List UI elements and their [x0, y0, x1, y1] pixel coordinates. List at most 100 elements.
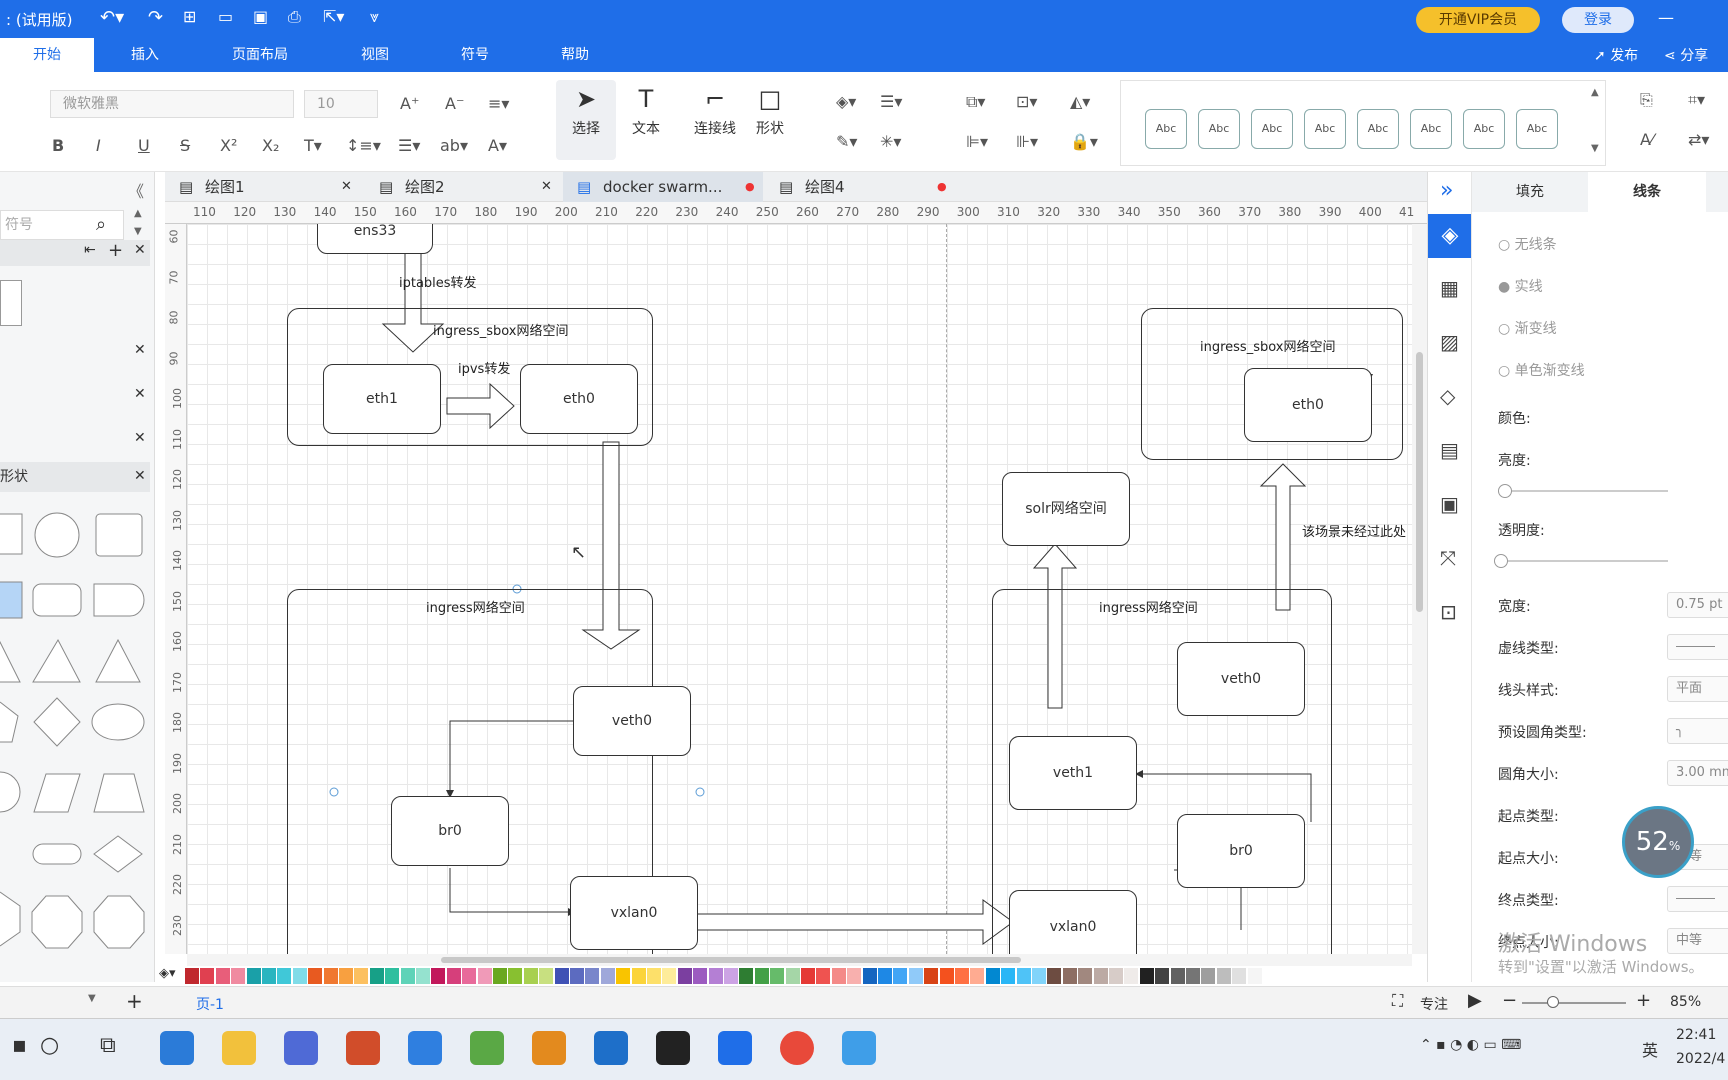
color-swatch[interactable] [724, 968, 738, 984]
menu-page-layout[interactable]: 页面布局 [220, 38, 300, 72]
new-icon[interactable]: ⊞ [183, 7, 196, 26]
notepad-icon[interactable] [470, 1031, 504, 1065]
format-painter-icon[interactable]: A⁄ [1640, 130, 1654, 149]
color-swatch[interactable] [616, 968, 631, 984]
radio-mono-gradient[interactable]: ○ 单色渐变线 [1498, 360, 1585, 380]
add-icon[interactable]: + [108, 240, 123, 261]
color-swatch[interactable] [1032, 968, 1046, 984]
color-swatch[interactable] [985, 968, 1000, 984]
color-swatch[interactable] [631, 968, 646, 984]
dash-select[interactable]: ――― [1667, 634, 1728, 660]
app-icon[interactable] [346, 1031, 380, 1065]
style-sample[interactable]: Abc [1410, 109, 1452, 149]
veth1-node[interactable]: veth1 [1009, 736, 1137, 810]
color-swatch[interactable] [508, 968, 523, 984]
color-swatch[interactable] [262, 968, 276, 984]
presentation-icon[interactable]: ⊡ [1440, 600, 1457, 624]
corner-type-select[interactable]: ╮ [1667, 718, 1728, 744]
decrease-font-icon[interactable]: A⁻ [445, 94, 464, 113]
color-swatch[interactable] [1109, 968, 1123, 984]
export-icon[interactable]: ⇱▾ [323, 7, 344, 26]
radio-no-line[interactable]: ○ 无线条 [1498, 234, 1557, 254]
color-swatch[interactable] [816, 968, 831, 984]
login-button[interactable]: 登录 [1562, 7, 1634, 33]
eth1-node[interactable]: eth1 [323, 364, 441, 434]
import-icon[interactable]: ⇤ [84, 242, 96, 258]
color-swatch[interactable] [200, 968, 215, 984]
color-swatch[interactable] [770, 968, 785, 984]
menu-insert[interactable]: 插入 [110, 38, 180, 72]
color-swatch[interactable] [1016, 968, 1031, 984]
menu-symbol[interactable]: 符号 [445, 38, 505, 72]
page-setup-icon[interactable]: ⎘ [1640, 90, 1653, 110]
color-swatch[interactable] [1078, 968, 1093, 984]
color-swatch[interactable] [739, 968, 754, 984]
diagram-app-icon[interactable] [718, 1031, 752, 1065]
color-swatch[interactable] [277, 968, 292, 984]
color-swatch[interactable] [831, 968, 846, 984]
color-swatch[interactable] [215, 968, 230, 984]
color-swatch[interactable] [354, 968, 369, 984]
underline-icon[interactable]: U [138, 136, 150, 155]
color-swatch[interactable] [185, 968, 199, 984]
vertical-scrollbar[interactable] [1412, 224, 1427, 954]
grid-icon[interactable]: ▦ [1440, 276, 1459, 300]
br0-node-right[interactable]: br0 [1177, 814, 1305, 888]
color-swatch[interactable] [1062, 968, 1077, 984]
zoom-in-icon[interactable]: + [1636, 990, 1651, 1011]
eth0-node-left[interactable]: eth0 [520, 364, 638, 434]
app-icon[interactable] [532, 1031, 566, 1065]
list-icon[interactable]: ☰▾ [398, 136, 420, 155]
color-swatch[interactable] [677, 968, 692, 984]
crop-icon[interactable]: ⌗▾ [1688, 90, 1705, 110]
color-swatch[interactable] [477, 968, 492, 984]
edge-icon[interactable] [160, 1031, 194, 1065]
color-swatch[interactable] [1124, 968, 1139, 984]
color-swatch[interactable] [385, 968, 400, 984]
radio-solid[interactable]: ● 实线 [1498, 276, 1543, 296]
veth0-node-right[interactable]: veth0 [1177, 642, 1305, 716]
shape-tool[interactable]: □ 形状 [742, 80, 798, 160]
tab-fill[interactable]: 填充 [1472, 172, 1588, 212]
focus-label[interactable]: 专注 [1420, 994, 1448, 1014]
page-tab[interactable]: 页-1 [196, 994, 224, 1014]
save-icon[interactable]: ▣ [253, 7, 268, 26]
color-swatch[interactable] [308, 968, 323, 984]
open-folder-icon[interactable]: ▭ [218, 7, 233, 26]
color-swatch[interactable] [801, 968, 815, 984]
focus-icon[interactable]: ⛶ [1392, 991, 1403, 1011]
store-icon[interactable] [284, 1031, 318, 1065]
zoom-level[interactable]: 85% [1670, 994, 1701, 1010]
close-icon[interactable]: ✕ [541, 172, 552, 202]
eth0-node-right[interactable]: eth0 [1244, 368, 1372, 442]
color-swatch[interactable] [939, 968, 954, 984]
slider-knob[interactable] [1494, 554, 1508, 568]
color-swatch[interactable] [1201, 968, 1216, 984]
color-swatch[interactable] [1155, 968, 1170, 984]
color-swatch[interactable] [1093, 968, 1108, 984]
zoom-knob[interactable] [1547, 996, 1559, 1008]
vxlan0-node-left[interactable]: vxlan0 [570, 876, 698, 950]
color-swatch[interactable] [400, 968, 415, 984]
print-icon[interactable]: ⎙ [288, 7, 301, 27]
line-style-icon[interactable]: ☰▾ [880, 92, 902, 111]
cap-select[interactable]: 平面 [1667, 676, 1728, 702]
close-icon[interactable]: ✕ [134, 468, 146, 484]
file-explorer-icon[interactable] [222, 1031, 256, 1065]
line-spacing-icon[interactable]: ↕≡▾ [346, 136, 381, 155]
color-palette[interactable]: ◈▾ [159, 966, 1427, 986]
replace-icon[interactable]: ⇄▾ [1688, 130, 1709, 149]
page-icon[interactable]: ▤ [1440, 438, 1459, 462]
color-swatch[interactable] [1186, 968, 1200, 984]
color-swatch[interactable] [647, 968, 661, 984]
vip-button[interactable]: 开通VIP会员 [1416, 7, 1540, 33]
search-icon[interactable]: ○ [40, 1033, 59, 1058]
close-icon[interactable]: ✕ [341, 172, 352, 202]
clock-time[interactable]: 22:41 [1676, 1027, 1716, 1043]
library-thumbnail[interactable] [0, 280, 22, 326]
gallery-up-icon[interactable]: ▲ [1591, 87, 1599, 98]
shapes-header[interactable]: 形状 [0, 462, 150, 492]
ens33-node[interactable]: ens33 [317, 224, 433, 254]
align-objects-icon[interactable]: ⊫▾ [966, 132, 988, 151]
color-swatch[interactable] [862, 968, 877, 984]
